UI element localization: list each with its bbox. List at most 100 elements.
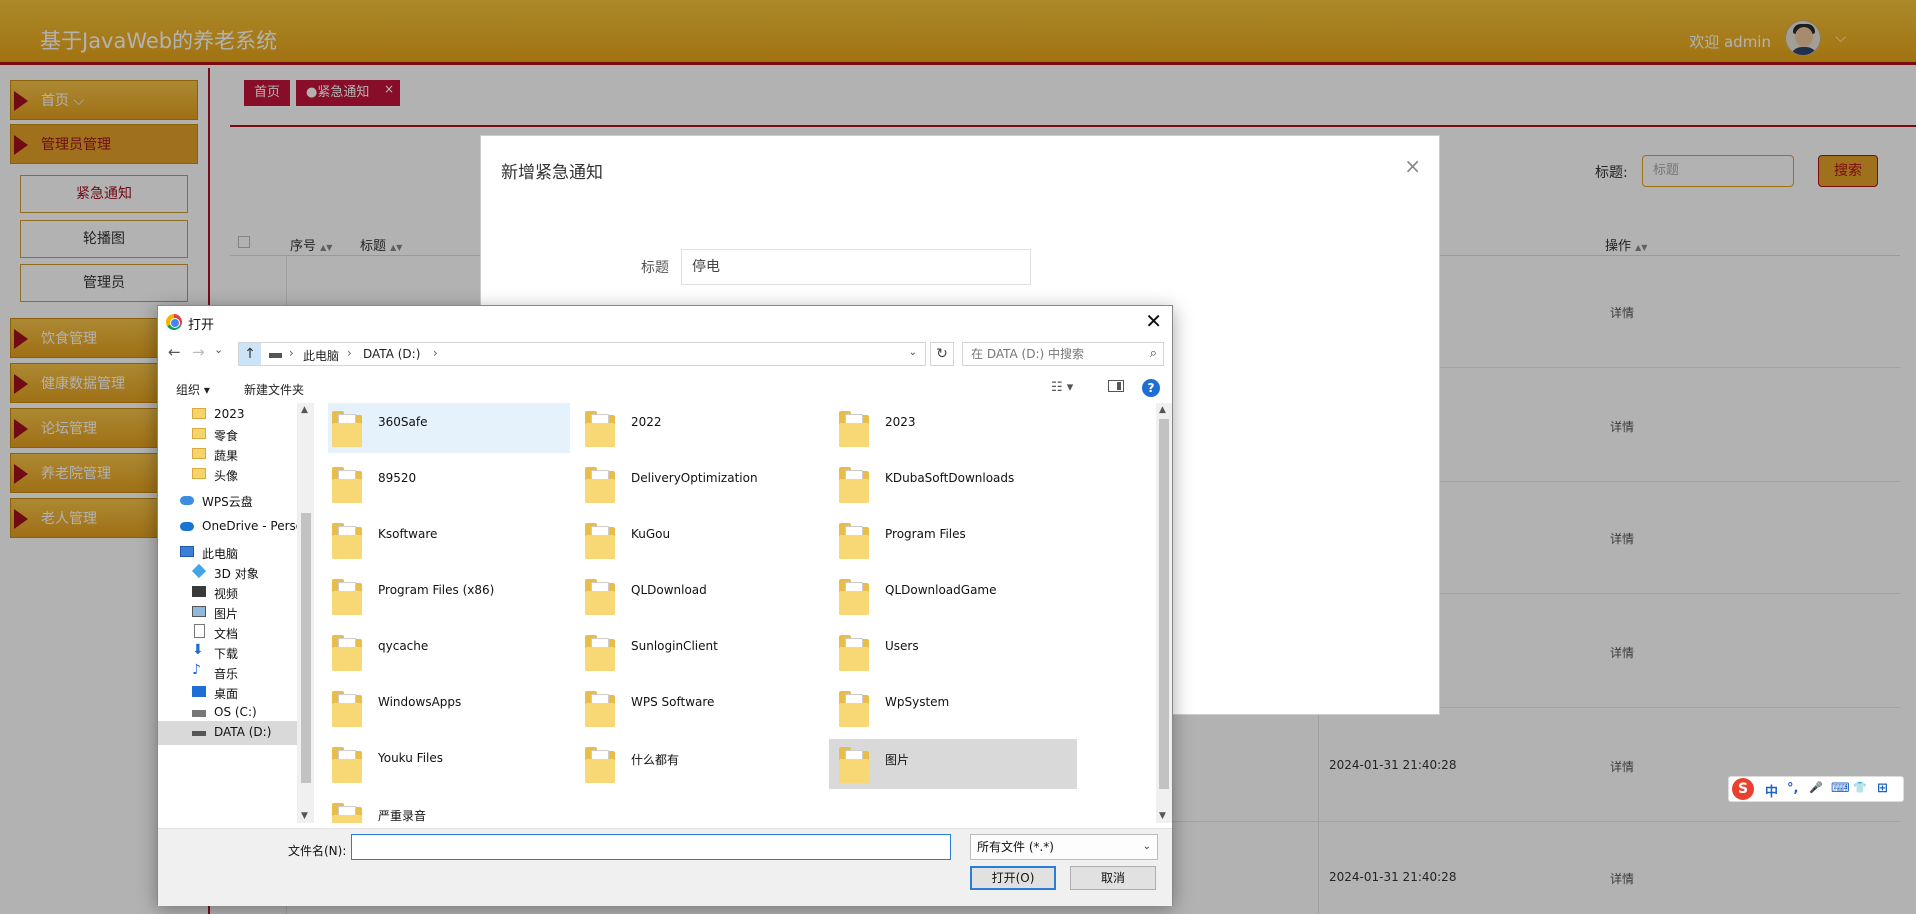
folder-search-input[interactable]: 在 DATA (D:) 中搜索 ⌕ xyxy=(962,342,1164,366)
filename-label: 文件名(N): xyxy=(288,844,347,858)
navigation-scrollbar[interactable]: ▲ ▼ xyxy=(298,403,314,823)
folder-item[interactable]: DeliveryOptimization xyxy=(575,459,823,509)
preview-pane-icon[interactable] xyxy=(1108,380,1124,392)
folder-name: 2022 xyxy=(631,415,662,429)
chrome-logo-icon xyxy=(166,314,182,330)
cancel-button[interactable]: 取消 xyxy=(1070,866,1156,890)
folder-name: 2023 xyxy=(885,415,916,429)
open-button[interactable]: 打开(O) xyxy=(970,866,1056,890)
folder-icon xyxy=(839,579,869,615)
folder-item[interactable]: Users xyxy=(829,627,1077,677)
folder-icon xyxy=(332,579,362,615)
sogou-logo-icon: S xyxy=(1732,778,1754,800)
address-dropdown-icon[interactable]: ⌄ xyxy=(909,347,917,358)
file-list-scrollbar[interactable]: ▲ ▼ xyxy=(1156,403,1172,823)
title-field-label: 标题 xyxy=(641,260,669,276)
folder-icon xyxy=(585,411,615,447)
modal-title: 新增紧急通知 xyxy=(501,163,603,183)
folder-icon xyxy=(192,468,206,479)
breadcrumb-this-pc[interactable]: 此电脑 xyxy=(303,347,339,364)
folder-item[interactable]: qycache xyxy=(328,627,570,677)
folder-item[interactable]: QLDownloadGame xyxy=(829,571,1077,621)
folder-icon xyxy=(192,408,206,419)
folder-item[interactable]: Program Files (x86) xyxy=(328,571,570,621)
folder-name: 360Safe xyxy=(378,415,428,429)
nav-item-data-drive[interactable]: DATA (D:) xyxy=(158,721,297,745)
organize-button[interactable]: 组织 ▾ xyxy=(176,381,210,398)
folder-icon xyxy=(332,691,362,727)
folder-item[interactable]: SunloginClient xyxy=(575,627,823,677)
folder-name: Youku Files xyxy=(378,751,444,765)
skin-icon[interactable]: 👕 xyxy=(1853,781,1867,794)
dialog-close-icon[interactable]: ✕ xyxy=(1145,309,1162,333)
microphone-icon[interactable]: 🎤 xyxy=(1809,781,1823,794)
ime-punctuation-icon[interactable]: °, xyxy=(1787,781,1798,796)
nav-item-folder-avatars[interactable]: 头像 xyxy=(192,463,297,487)
folder-name: 89520 xyxy=(378,471,417,485)
folder-icon xyxy=(192,448,206,459)
os-drive-icon xyxy=(192,710,206,717)
folder-icon xyxy=(585,523,615,559)
folder-item[interactable]: 图片 xyxy=(829,739,1077,789)
folder-icon xyxy=(839,467,869,503)
folder-name: Program Files (x86) xyxy=(378,583,495,597)
folder-item[interactable]: QLDownload xyxy=(575,571,823,621)
nav-item-wps-cloud[interactable]: WPS云盘 xyxy=(180,489,297,513)
filename-input[interactable] xyxy=(351,834,951,860)
video-icon xyxy=(192,586,206,597)
folder-item[interactable]: 严重录音 xyxy=(328,795,570,823)
folder-item[interactable]: 2022 xyxy=(575,403,823,453)
file-open-dialog: 打开 ✕ ← → ⌄ ↑ › 此电脑 › DATA (D:) › ⌄ ↻ 在 D… xyxy=(157,305,1173,906)
folder-item[interactable]: 360Safe xyxy=(328,403,570,453)
picture-icon xyxy=(192,606,206,617)
folder-item[interactable]: Ksoftware xyxy=(328,515,570,565)
folder-name: KDubaSoftDownloads xyxy=(885,471,1015,485)
folder-name: DeliveryOptimization xyxy=(631,471,758,485)
folder-item[interactable]: Program Files xyxy=(829,515,1077,565)
folder-icon xyxy=(332,635,362,671)
address-bar[interactable]: ↑ › 此电脑 › DATA (D:) › ⌄ xyxy=(238,342,926,366)
recent-locations-icon[interactable]: ⌄ xyxy=(214,343,223,356)
folder-item[interactable]: 什么都有 xyxy=(575,739,823,789)
keyboard-icon[interactable]: ⌨ xyxy=(1831,781,1850,796)
breadcrumb-data-drive[interactable]: DATA (D:) xyxy=(363,347,420,361)
ime-toolbar[interactable]: S 中 °, 🎤 ⌨ 👕 ⊞ xyxy=(1728,776,1904,802)
dialog-titlebar[interactable]: 打开 ✕ xyxy=(158,306,1172,336)
folder-item[interactable]: KDubaSoftDownloads xyxy=(829,459,1077,509)
folder-item[interactable]: 2023 xyxy=(829,403,1077,453)
folder-name: 图片 xyxy=(885,753,910,767)
onedrive-icon xyxy=(180,522,194,531)
folder-icon xyxy=(332,747,362,783)
folder-item[interactable]: WpSystem xyxy=(829,683,1077,733)
refresh-icon[interactable]: ↻ xyxy=(930,342,954,366)
folder-icon xyxy=(839,411,869,447)
folder-item[interactable]: 89520 xyxy=(328,459,570,509)
folder-item[interactable]: Youku Files xyxy=(328,739,570,789)
folder-item[interactable]: WindowsApps xyxy=(328,683,570,733)
document-icon xyxy=(194,624,205,638)
folder-name: 什么都有 xyxy=(631,753,680,767)
nav-item-onedrive[interactable]: OneDrive - Perso xyxy=(180,515,297,539)
change-view-icon[interactable]: ☷ ▾ xyxy=(1051,380,1073,395)
folder-name: 严重录音 xyxy=(378,809,427,823)
folder-name: Ksoftware xyxy=(378,527,438,541)
folder-name: qycache xyxy=(378,639,429,653)
help-icon[interactable]: ? xyxy=(1142,379,1160,397)
toolbox-icon[interactable]: ⊞ xyxy=(1877,781,1888,796)
forward-arrow-icon[interactable]: → xyxy=(192,343,205,361)
back-arrow-icon[interactable]: ← xyxy=(168,343,181,361)
drive-icon xyxy=(192,731,206,736)
modal-close-icon[interactable]: × xyxy=(1404,154,1421,178)
ime-chinese-mode[interactable]: 中 xyxy=(1765,781,1778,800)
folder-item[interactable]: WPS Software xyxy=(575,683,823,733)
folder-item[interactable]: KuGou xyxy=(575,515,823,565)
filetype-select[interactable]: 所有文件 (*.*) ⌄ xyxy=(970,834,1158,860)
new-folder-button[interactable]: 新建文件夹 xyxy=(244,381,304,398)
up-arrow-icon[interactable]: ↑ xyxy=(239,343,261,365)
folder-icon xyxy=(332,523,362,559)
chevron-down-icon: ⌄ xyxy=(1142,841,1151,852)
drive-icon xyxy=(269,353,282,358)
folder-icon xyxy=(332,467,362,503)
folder-name: SunloginClient xyxy=(631,639,718,653)
title-field-input[interactable]: 停电 xyxy=(681,249,1031,285)
